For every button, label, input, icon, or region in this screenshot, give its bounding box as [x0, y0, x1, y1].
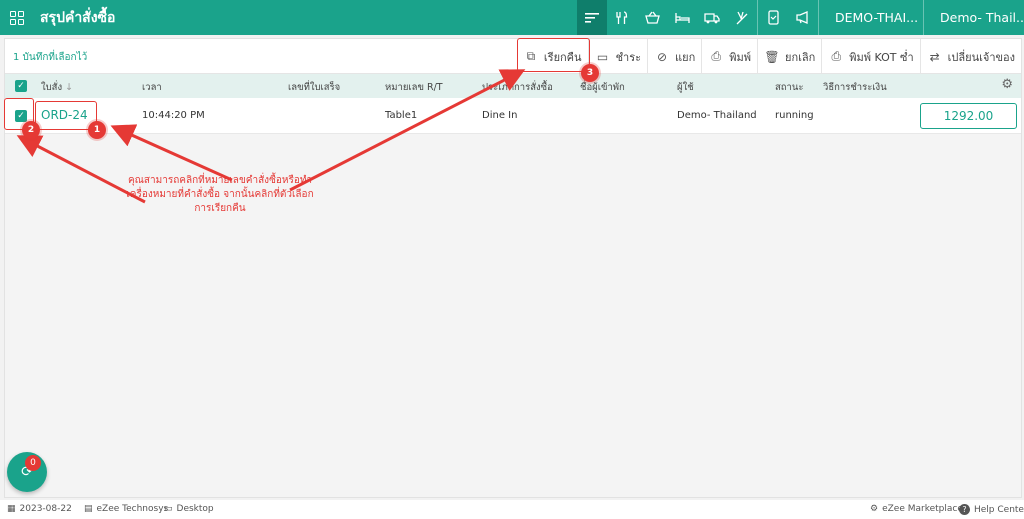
- help-icon: ?: [959, 504, 970, 515]
- marketplace-text: eZee Marketplace: [882, 504, 963, 514]
- annotation-badge-3: 3: [581, 64, 599, 82]
- company-text: eZee Technosys: [96, 504, 169, 514]
- monitor-icon: ▭: [164, 504, 173, 514]
- building-icon: ▤: [84, 504, 93, 514]
- annotation-recall-highlight: [517, 38, 590, 72]
- help-text: Help Center: [974, 504, 1024, 515]
- calendar-icon: ▦: [7, 504, 16, 514]
- annotation-badge-2: 2: [22, 121, 40, 139]
- footer: ▦ 2023-08-22 ▤ eZee Technosys ▭ Desktop …: [0, 500, 1024, 519]
- annotation-badge-1: 1: [88, 121, 106, 139]
- device-text: Desktop: [176, 504, 214, 514]
- notification-count-badge: 0: [25, 455, 41, 471]
- footer-date: ▦ 2023-08-22: [7, 504, 72, 514]
- marketplace-link[interactable]: ⚙ eZee Marketplace: [870, 504, 963, 514]
- gear-icon: ⚙: [870, 504, 879, 514]
- footer-device: ▭ Desktop: [164, 504, 214, 514]
- date-text: 2023-08-22: [19, 504, 72, 514]
- help-center-link[interactable]: ? Help Center: [959, 504, 1024, 515]
- footer-company: ▤ eZee Technosys: [84, 504, 168, 514]
- annotation-arrows: [16, 69, 526, 204]
- annotation-text: คุณสามารถคลิกที่หมายเลขคำสั่งซื้อหรือทำเ…: [126, 175, 314, 214]
